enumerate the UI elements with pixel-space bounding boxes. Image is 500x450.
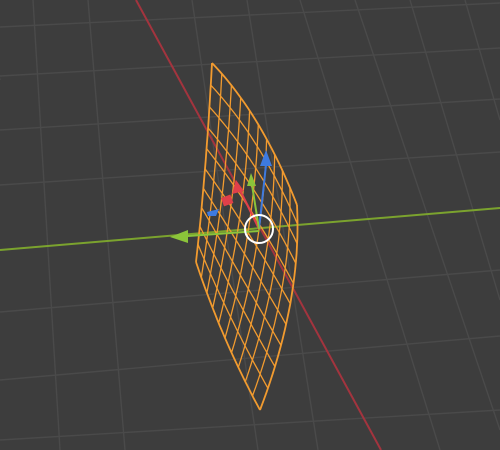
grid-line [32,0,61,450]
floor-grid [0,0,500,450]
wire-edge [197,244,269,389]
gizmo-plane-handle[interactable] [207,209,219,216]
grid-line [0,335,500,381]
wire-edge [199,225,276,367]
viewport-canvas[interactable] [0,0,500,450]
grid-line [299,0,441,450]
arrow-z-icon[interactable] [260,150,272,166]
grid-line [409,0,500,301]
3d-viewport[interactable] [0,0,500,450]
grid-line [191,0,259,450]
gizmo-y-floor-arrow[interactable] [170,230,188,243]
grid-line [0,409,500,441]
grid-line [87,0,126,450]
grid-line [464,0,500,121]
